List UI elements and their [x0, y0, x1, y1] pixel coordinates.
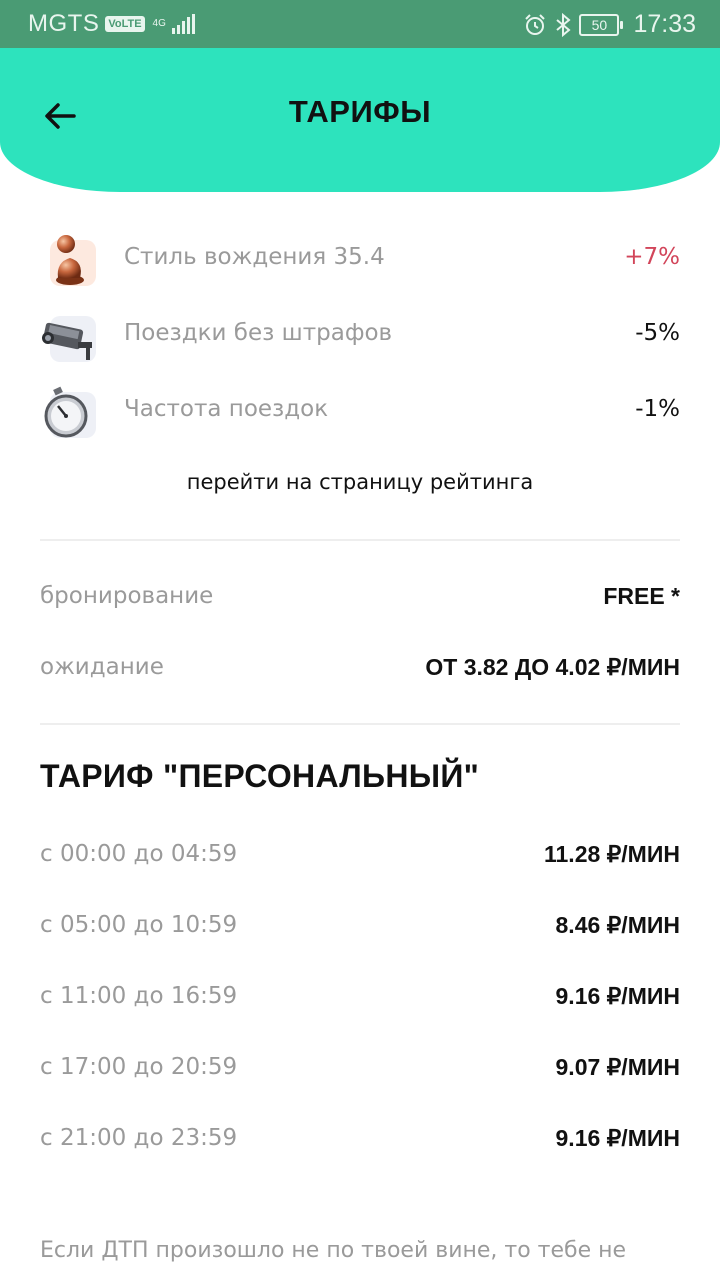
tariff-period: с 00:00 до 04:59 [40, 841, 238, 867]
status-right: 50 17:33 [523, 10, 696, 39]
tariff-price: 9.16 ₽/МИН [555, 983, 680, 1009]
tariff-row: с 17:00 до 20:59 9.07 ₽/МИН [40, 1054, 680, 1094]
network-type: 4G [152, 18, 166, 29]
rating-row-frequency: Частота поездок -1% [40, 382, 680, 442]
booking-label: бронирование [40, 583, 214, 609]
divider [40, 539, 680, 541]
tariff-row: с 05:00 до 10:59 8.46 ₽/МИН [40, 912, 680, 952]
rating-value: -5% [635, 320, 680, 346]
tariff-row: с 00:00 до 04:59 11.28 ₽/МИН [40, 841, 680, 881]
tariff-row: с 21:00 до 23:59 9.16 ₽/МИН [40, 1125, 680, 1165]
carrier-name: MGTS [28, 10, 100, 37]
pawn-icon [40, 230, 100, 290]
header: ТАРИФЫ [0, 48, 720, 192]
rating-label: Поездки без штрафов [124, 320, 393, 346]
rating-row-no-fines: Поездки без штрафов -5% [40, 306, 680, 366]
tariff-period: с 05:00 до 10:59 [40, 912, 238, 938]
signal-icon [171, 14, 195, 34]
alarm-icon [525, 13, 546, 35]
rating-page-link[interactable]: перейти на страницу рейтинга [0, 470, 720, 494]
waiting-value: ОТ 3.82 ДО 4.02 ₽/МИН [425, 654, 680, 680]
waiting-label: ожидание [40, 654, 164, 680]
stopwatch-icon [40, 382, 100, 442]
accident-footnote: Если ДТП произошло не по твоей вине, то … [40, 1238, 627, 1263]
divider [40, 723, 680, 725]
tariff-period: с 21:00 до 23:59 [40, 1125, 238, 1151]
tariff-period: с 11:00 до 16:59 [40, 983, 238, 1009]
tariff-title: ТАРИФ "ПЕРСОНАЛЬНЫЙ" [40, 758, 480, 794]
rating-label: Частота поездок [124, 396, 329, 422]
rating-row-driving-style: Стиль вождения 35.4 +7% [40, 230, 680, 290]
rating-label: Стиль вождения 35.4 [124, 244, 385, 270]
booking-value: FREE * [603, 583, 680, 609]
volte-badge: VoLTE [105, 16, 145, 32]
battery-indicator: 50 [579, 13, 624, 36]
waiting-row: ожидание ОТ 3.82 ДО 4.02 ₽/МИН [40, 654, 680, 694]
tariff-price: 9.07 ₽/МИН [555, 1054, 680, 1080]
status-bar: MGTS VoLTE 4G 50 17:33 [0, 0, 720, 48]
rating-value: +7% [624, 244, 680, 270]
tariff-price: 9.16 ₽/МИН [555, 1125, 680, 1151]
tariff-price: 11.28 ₽/МИН [543, 841, 680, 867]
page-title: ТАРИФЫ [288, 94, 432, 129]
clock: 17:33 [633, 10, 696, 38]
camera-icon [40, 306, 100, 366]
tariff-price: 8.46 ₽/МИН [555, 912, 680, 938]
booking-row: бронирование FREE * [40, 583, 680, 623]
tariff-period: с 17:00 до 20:59 [40, 1054, 238, 1080]
rating-value: -1% [635, 396, 680, 422]
tariff-row: с 11:00 до 16:59 9.16 ₽/МИН [40, 983, 680, 1023]
bluetooth-icon [556, 12, 571, 37]
status-left: MGTS VoLTE 4G [28, 10, 196, 38]
